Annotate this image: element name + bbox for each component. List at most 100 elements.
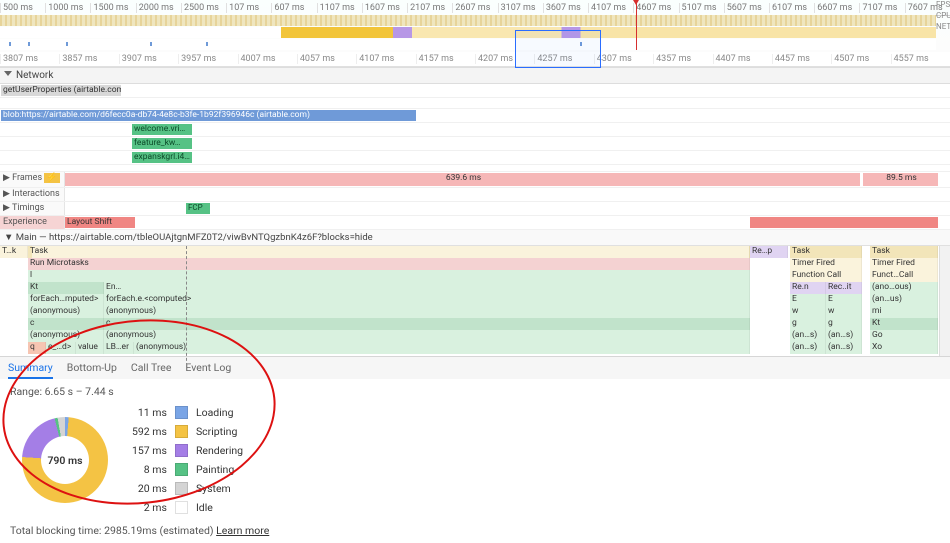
tab-bottom-up[interactable]: Bottom-Up bbox=[67, 361, 117, 374]
flame-entry[interactable]: (an…us) bbox=[870, 294, 938, 306]
flame-entry[interactable]: (anonymous) bbox=[28, 306, 104, 318]
legend-label: Loading bbox=[196, 406, 243, 419]
scrollbar[interactable] bbox=[939, 246, 950, 356]
network-row[interactable]: welcome.vri… bbox=[0, 123, 950, 137]
experience-row[interactable]: Experience Layout Shift bbox=[0, 216, 950, 230]
flame-task[interactable]: T…k bbox=[0, 246, 28, 258]
legend-swatch bbox=[175, 463, 188, 476]
layout-shift-event[interactable] bbox=[750, 217, 938, 228]
flame-entry[interactable]: Run Microtasks bbox=[28, 258, 750, 270]
timings-header[interactable]: ▶ Timings bbox=[0, 202, 65, 215]
net-overview-track bbox=[0, 39, 936, 50]
flame-entry[interactable]: Funct…Call bbox=[870, 270, 938, 282]
network-request-bar[interactable]: welcome.vri… bbox=[132, 124, 192, 135]
network-request-bar[interactable]: blob:https://airtable.com/d6fecc0a-db74-… bbox=[1, 110, 416, 121]
flame-entry[interactable]: (anonymous) bbox=[28, 330, 104, 342]
flame-entry[interactable]: w bbox=[790, 306, 826, 318]
flame-entry[interactable]: (an…s) bbox=[826, 330, 862, 342]
legend-label: Painting bbox=[196, 463, 243, 476]
frames-row[interactable]: ▶ Frames ⚡ 639.6 ms 89.5 ms bbox=[0, 172, 950, 188]
legend-value: 157 ms bbox=[132, 444, 167, 457]
flame-entry[interactable]: Re.n bbox=[790, 282, 826, 294]
timings-row[interactable]: ▶ Timings FCP bbox=[0, 202, 950, 216]
tab-event-log[interactable]: Event Log bbox=[185, 361, 231, 374]
frames-header[interactable]: ▶ Frames ⚡ bbox=[0, 172, 65, 187]
flame-entry[interactable]: value bbox=[76, 342, 104, 354]
flame-entry[interactable]: c bbox=[104, 318, 750, 330]
frame-bar-long[interactable]: 639.6 ms bbox=[65, 173, 860, 186]
legend-label: Rendering bbox=[196, 444, 243, 457]
network-row[interactable]: getUserProperties (airtable.com) bbox=[0, 84, 950, 98]
flame-entry[interactable]: mi bbox=[870, 306, 938, 318]
network-request-bar[interactable]: feature_kw… bbox=[132, 138, 192, 149]
summary-range: Range: 6.65 s – 7.44 s bbox=[10, 385, 940, 398]
disclosure-icon bbox=[4, 71, 12, 80]
summary-donut[interactable]: 790 ms bbox=[22, 417, 108, 503]
flame-entry[interactable]: E bbox=[826, 294, 862, 306]
flame-entry[interactable]: (an…s) bbox=[790, 330, 826, 342]
flame-entry[interactable]: w bbox=[826, 306, 862, 318]
network-row[interactable]: blob:https://airtable.com/d6fecc0a-db74-… bbox=[0, 109, 950, 123]
flame-entry[interactable]: Timer Fired bbox=[870, 258, 938, 270]
donut-total: 790 ms bbox=[22, 417, 108, 503]
layout-shift-event[interactable]: Layout Shift bbox=[65, 217, 135, 228]
flame-entry[interactable]: forEach…mputed> bbox=[28, 294, 104, 306]
main-section-header[interactable]: ▼ Main — https://airtable.com/tbleOUAjtg… bbox=[0, 230, 950, 246]
flame-entry[interactable]: (anonymous) bbox=[134, 342, 750, 354]
legend-swatch bbox=[175, 444, 188, 457]
interactions-row[interactable]: ▶ Interactions bbox=[0, 188, 950, 202]
flame-entry[interactable]: LB…er bbox=[104, 342, 134, 354]
network-section-header[interactable]: Network bbox=[0, 67, 950, 84]
flame-chart[interactable]: T…k Task Run Microtasks l Kt En… forEach… bbox=[0, 246, 950, 356]
overview-minimap[interactable]: 500 ms1000 ms1500 ms2000 ms2500 ms107 ms… bbox=[0, 0, 950, 52]
network-row[interactable]: feature_kw… bbox=[0, 137, 950, 151]
summary-legend: 11 msLoading592 msScripting157 msRenderi… bbox=[132, 406, 243, 514]
flame-entry[interactable]: Function Call bbox=[790, 270, 862, 282]
flame-entry[interactable]: Xo bbox=[870, 342, 938, 354]
frame-bar[interactable]: 89.5 ms bbox=[863, 173, 938, 186]
experience-header[interactable]: Experience bbox=[0, 216, 65, 229]
network-row[interactable]: expanskgrl.i4… bbox=[0, 151, 950, 165]
interactions-header[interactable]: ▶ Interactions bbox=[0, 188, 65, 201]
network-spacer bbox=[0, 98, 950, 109]
flame-entry[interactable]: (anonymous) bbox=[104, 330, 750, 342]
network-request-bar[interactable]: expanskgrl.i4… bbox=[132, 152, 192, 163]
flame-entry[interactable]: e_…d> bbox=[46, 342, 76, 354]
fps-track bbox=[0, 15, 936, 26]
flame-task[interactable]: Task bbox=[790, 246, 862, 258]
tab-summary[interactable]: Summary bbox=[8, 361, 53, 379]
flame-entry[interactable]: c bbox=[28, 318, 104, 330]
flame-entry[interactable]: Timer Fired bbox=[790, 258, 862, 270]
flame-entry[interactable]: g bbox=[826, 318, 862, 330]
flame-entry[interactable]: E bbox=[790, 294, 826, 306]
overview-selection[interactable] bbox=[515, 30, 601, 68]
cpu-track bbox=[0, 27, 936, 38]
flame-entry[interactable]: g bbox=[790, 318, 826, 330]
flame-entry[interactable]: Go bbox=[870, 330, 938, 342]
flame-entry[interactable]: forEach.e.<computed> bbox=[104, 294, 750, 306]
network-request-bar[interactable]: getUserProperties (airtable.com) bbox=[1, 85, 121, 96]
network-label: Network bbox=[16, 70, 53, 81]
flame-entry[interactable]: Re…p bbox=[750, 246, 788, 258]
legend-label: Scripting bbox=[196, 425, 243, 438]
tab-call-tree[interactable]: Call Tree bbox=[131, 361, 172, 374]
flame-entry[interactable]: Kt bbox=[870, 318, 938, 330]
legend-swatch bbox=[175, 425, 188, 438]
main-url: https://airtable.com/tbleOUAjtgnMFZ0T2/v… bbox=[49, 232, 373, 243]
flame-ruler[interactable]: 3807 ms3857 ms3907 ms3957 ms4007 ms4057 … bbox=[0, 52, 950, 67]
flame-entry[interactable]: (anonymous) bbox=[104, 306, 750, 318]
track-badges: FPSCPUNET bbox=[936, 0, 950, 33]
fcp-marker[interactable]: FCP bbox=[186, 203, 210, 214]
flame-entry[interactable]: Kt bbox=[28, 282, 104, 294]
flame-entry[interactable]: (an…s) bbox=[826, 342, 862, 354]
flame-task[interactable]: Task bbox=[28, 246, 750, 258]
learn-more-link[interactable]: Learn more bbox=[216, 524, 269, 537]
flame-entry[interactable]: (ano…ous) bbox=[870, 282, 938, 294]
flame-task[interactable]: Task bbox=[870, 246, 938, 258]
legend-label: System bbox=[196, 482, 243, 495]
flame-entry[interactable]: (an…s) bbox=[790, 342, 826, 354]
flame-entry[interactable]: l bbox=[28, 270, 750, 282]
flame-entry[interactable]: En… bbox=[104, 282, 750, 294]
flame-entry[interactable]: q bbox=[28, 342, 46, 354]
flame-entry[interactable]: Rec..it bbox=[826, 282, 862, 294]
